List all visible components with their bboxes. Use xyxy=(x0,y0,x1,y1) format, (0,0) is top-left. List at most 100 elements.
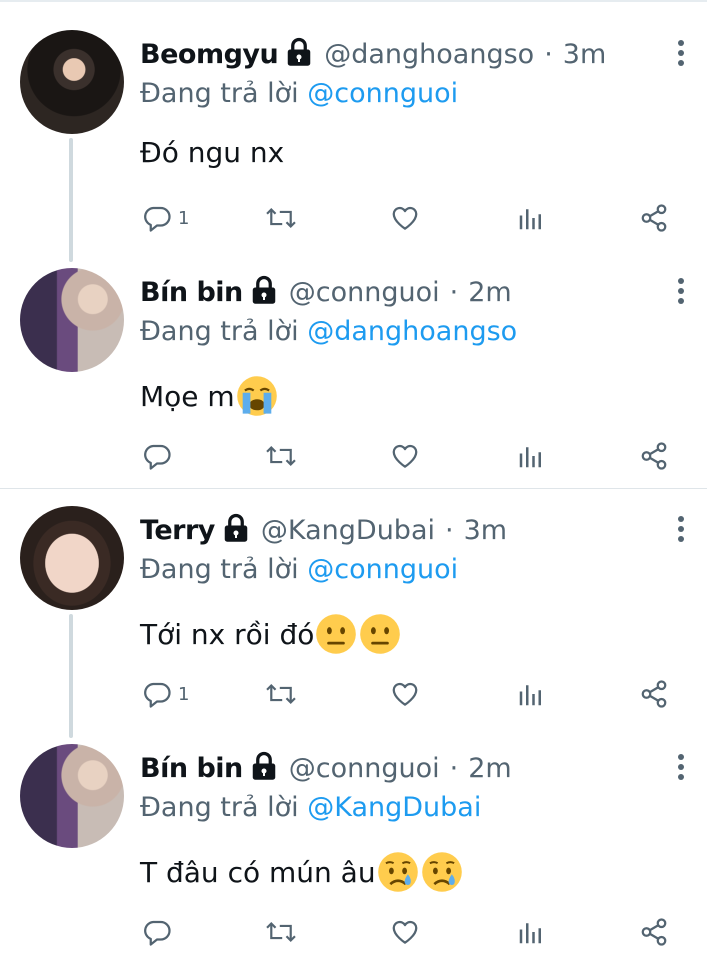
reply-mention[interactable]: @danghoangso xyxy=(307,316,517,347)
reply-count: 1 xyxy=(178,683,190,705)
timestamp[interactable]: 2m xyxy=(468,753,511,784)
timestamp[interactable]: 3m xyxy=(464,515,507,546)
share-button[interactable] xyxy=(638,198,670,238)
reply-button[interactable]: 1 xyxy=(142,198,189,238)
display-name[interactable]: Beomgyu xyxy=(140,39,279,70)
sad-but-relieved-face-emoji xyxy=(377,852,418,892)
heart-icon xyxy=(392,920,418,944)
views-icon xyxy=(519,447,541,468)
reply-button[interactable] xyxy=(142,912,178,952)
display-name[interactable]: Bín bin xyxy=(140,753,243,784)
handle[interactable]: @KangDubai xyxy=(261,515,435,546)
tweet-text-content: Tới nx rồi đó xyxy=(140,617,315,651)
tweet-text: T đâu có mún âu xyxy=(140,850,464,894)
lock-icon xyxy=(284,37,314,71)
loudly-crying-face-emoji xyxy=(236,376,277,416)
heart-icon xyxy=(392,206,418,230)
action-bar xyxy=(0,912,707,952)
action-bar xyxy=(0,436,707,476)
share-button[interactable] xyxy=(638,674,670,714)
views-icon xyxy=(519,923,541,944)
action-bar: 1 xyxy=(0,674,707,714)
share-icon xyxy=(641,680,667,708)
reply-mention[interactable]: @connguoi xyxy=(307,78,458,109)
tweet[interactable]: Bín bin @connguoi · 2m Đang trả lời @Kan… xyxy=(0,714,707,952)
separator: · xyxy=(445,514,454,546)
like-button[interactable] xyxy=(389,436,421,476)
action-bar: 1 xyxy=(0,198,707,238)
views-icon xyxy=(519,685,541,706)
like-button[interactable] xyxy=(389,912,421,952)
tweet-header: Beomgyu @danghoangso · 3m xyxy=(140,34,606,74)
reply-prefix: Đang trả lời xyxy=(140,792,299,823)
reply-context: Đang trả lời @connguoi xyxy=(140,78,458,109)
retweet-icon xyxy=(266,207,296,229)
share-icon xyxy=(641,204,667,232)
tweet-text: Tới nx rồi đó xyxy=(140,612,402,656)
more-options-icon[interactable] xyxy=(677,278,685,306)
reply-mention[interactable]: @connguoi xyxy=(307,554,458,585)
reply-icon xyxy=(144,444,171,470)
lock-icon xyxy=(249,751,279,785)
share-button[interactable] xyxy=(638,912,670,952)
heart-icon xyxy=(392,444,418,468)
tweet-header: Terry @KangDubai · 3m xyxy=(140,510,507,550)
timestamp[interactable]: 2m xyxy=(468,277,511,308)
more-options-icon[interactable] xyxy=(677,754,685,782)
tweet-text: Mọe m xyxy=(140,374,279,418)
separator: · xyxy=(449,276,459,308)
reply-context: Đang trả lời @KangDubai xyxy=(140,792,481,823)
retweet-button[interactable] xyxy=(264,674,298,714)
tweet-text-content: Mọe m xyxy=(140,379,235,413)
reply-button[interactable] xyxy=(142,436,178,476)
handle[interactable]: @connguoi xyxy=(289,753,440,784)
lock-icon xyxy=(249,275,279,309)
reply-icon xyxy=(144,920,171,946)
retweet-button[interactable] xyxy=(264,912,298,952)
more-options-icon[interactable] xyxy=(677,516,685,544)
retweet-button[interactable] xyxy=(264,436,298,476)
tweet[interactable]: Beomgyu @danghoangso · 3m Đang trả lời @… xyxy=(0,0,707,238)
avatar[interactable] xyxy=(20,268,124,372)
display-name[interactable]: Bín bin xyxy=(140,277,243,308)
retweet-icon xyxy=(266,683,296,705)
views-button[interactable] xyxy=(516,198,546,238)
tweet-text: Đó ngu nx xyxy=(140,136,284,169)
tweet-header: Bín bin @connguoi · 2m xyxy=(140,748,512,788)
reply-prefix: Đang trả lời xyxy=(140,316,299,347)
neutral-face-emoji xyxy=(360,614,401,654)
reply-count: 1 xyxy=(178,207,190,229)
lock-icon xyxy=(221,513,251,547)
like-button[interactable] xyxy=(389,674,421,714)
views-icon xyxy=(519,209,541,230)
share-button[interactable] xyxy=(638,436,670,476)
views-button[interactable] xyxy=(516,674,546,714)
reply-button[interactable]: 1 xyxy=(142,674,189,714)
separator: · xyxy=(544,38,553,70)
avatar[interactable] xyxy=(20,30,124,134)
tweet-text-content: Đó ngu nx xyxy=(140,136,285,169)
retweet-icon xyxy=(266,921,296,943)
views-button[interactable] xyxy=(516,436,546,476)
retweet-icon xyxy=(266,445,296,467)
separator: · xyxy=(449,752,459,784)
tweet[interactable]: Terry @KangDubai · 3m Đang trả lời @conn… xyxy=(0,476,707,714)
sad-but-relieved-face-emoji xyxy=(421,852,462,892)
timestamp[interactable]: 3m xyxy=(563,39,606,70)
reply-prefix: Đang trả lời xyxy=(140,554,299,585)
display-name[interactable]: Terry xyxy=(140,515,215,546)
views-button[interactable] xyxy=(516,912,546,952)
avatar[interactable] xyxy=(20,744,124,848)
handle[interactable]: @connguoi xyxy=(289,277,440,308)
retweet-button[interactable] xyxy=(264,198,298,238)
tweet[interactable]: Bín bin @connguoi · 2m Đang trả lời @dan… xyxy=(0,238,707,476)
like-button[interactable] xyxy=(389,198,421,238)
reply-mention[interactable]: @KangDubai xyxy=(307,792,481,823)
more-options-icon[interactable] xyxy=(677,40,685,68)
avatar[interactable] xyxy=(20,506,124,610)
tweet-text-content: T đâu có mún âu xyxy=(140,855,376,889)
handle[interactable]: @danghoangso xyxy=(324,39,534,70)
reply-icon xyxy=(144,682,171,708)
heart-icon xyxy=(392,682,418,706)
neutral-face-emoji xyxy=(316,614,357,654)
